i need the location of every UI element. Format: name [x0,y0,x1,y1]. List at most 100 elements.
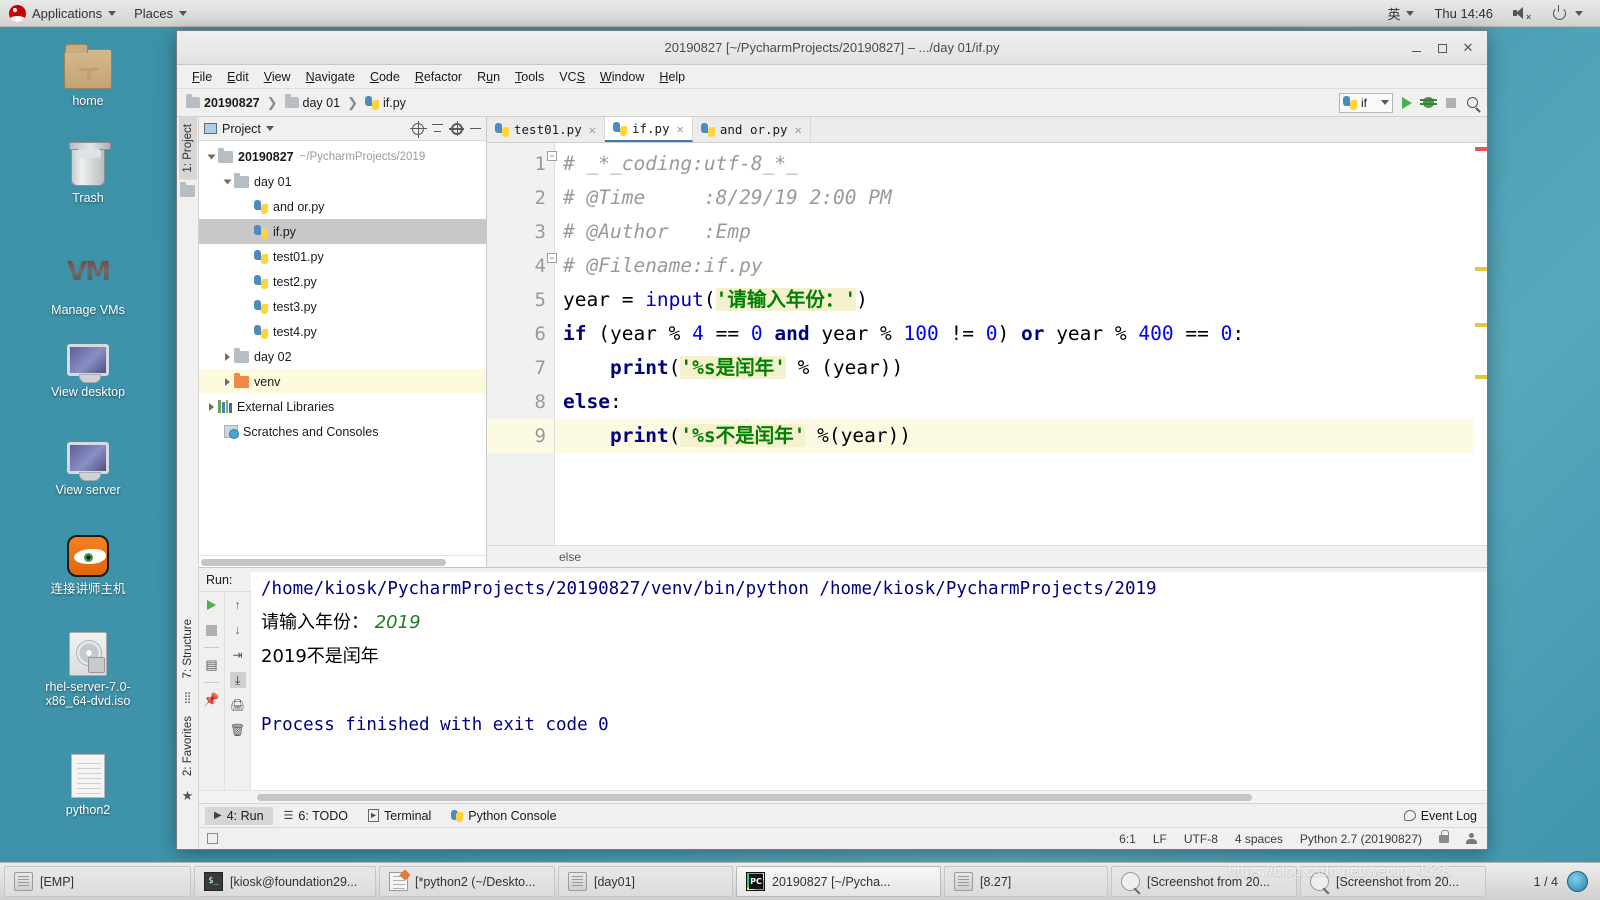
code-viewport[interactable]: 1 2 3 4 5 6 7 8 9 # _*_coding:utf-8_*_ # @Time :8… [487,143,1487,545]
breadcrumb-project[interactable]: 20190827 [183,94,263,111]
menu-file[interactable]: File [185,68,219,86]
desktop-icon-home[interactable]: home [28,44,148,108]
tool-tab-project[interactable]: 1: Project [178,117,197,180]
tree-row-day02[interactable]: day 02 [199,344,486,369]
tree-row-if-py[interactable]: if.py [199,219,486,244]
taskbar-item-terminal[interactable]: $_ [kiosk@foundation29... [194,866,376,897]
taskbar-item-gedit[interactable]: [*python2 (~/Deskto... [379,866,555,897]
event-log-button[interactable]: Event Log [1403,809,1487,823]
desktop-icon-manage-vms[interactable]: VM Manage VMs [28,250,148,317]
chevron-expanded-icon[interactable] [221,178,234,186]
bottom-tab-terminal[interactable]: ▸ Terminal [359,807,440,825]
breadcrumb-folder[interactable]: day 01 [282,94,344,111]
taskbar-item-pycharm[interactable]: 20190827 [~/Pycha... [736,866,941,897]
debug-button[interactable] [1420,94,1437,111]
console-horizontal-scrollbar[interactable] [199,790,1487,803]
print-icon[interactable]: 🖨 [230,697,246,713]
menu-view[interactable]: View [257,68,298,86]
menu-code[interactable]: Code [363,68,407,86]
desktop-icon-trash[interactable]: Trash [28,140,148,205]
code-line[interactable]: # _*_coding:utf-8_*_ [563,147,1487,181]
collapse-all-icon[interactable] [431,123,444,134]
lock-icon[interactable] [1439,829,1449,843]
project-horizontal-scrollbar[interactable] [199,555,486,567]
tree-row-scratches[interactable]: Scratches and Consoles [199,419,486,444]
editor-tab-if[interactable]: if.py ✕ [604,117,693,142]
tool-tab-structure[interactable]: 7: Structure [179,612,197,685]
indent-setting[interactable]: 4 spaces [1235,832,1283,846]
down-arrow-icon[interactable]: ↓ [230,622,246,638]
code-line[interactable]: print('%s是闰年' % (year)) [563,351,1487,385]
minimize-button[interactable] [1403,35,1429,61]
rerun-button[interactable] [204,597,220,613]
line-number-gutter[interactable]: 1 2 3 4 5 6 7 8 9 [487,143,555,545]
bottom-tab-run[interactable]: ▶ 4: Run [205,806,273,825]
workspace-switcher[interactable]: 1 / 4 [1534,871,1596,892]
menu-vcs[interactable]: VCS [552,68,592,86]
menu-refactor[interactable]: Refactor [408,68,469,86]
places-menu[interactable]: Places [125,0,196,26]
tree-row-day01[interactable]: day 01 [199,169,486,194]
gear-icon[interactable] [449,120,464,136]
input-method-indicator[interactable]: 英 [1378,0,1423,26]
desktop-icon-view-desktop[interactable]: View desktop [28,340,148,399]
chevron-collapsed-icon[interactable] [221,352,234,361]
window-title-bar[interactable]: 20190827 [~/PycharmProjects/20190827] – … [177,31,1487,65]
tree-row-test4-py[interactable]: test4.py [199,319,486,344]
chevron-collapsed-icon[interactable] [205,402,218,411]
taskbar-item-827[interactable]: [8.27] [944,866,1108,897]
code-fold-marker[interactable]: − [547,253,557,263]
menu-help[interactable]: Help [652,68,692,86]
desktop-icon-teacher-host[interactable]: 连接讲师主机 [28,532,148,596]
chevron-down-icon[interactable] [265,126,274,131]
clock[interactable]: Thu 14:46 [1425,0,1502,26]
pin-icon[interactable]: 📌 [203,692,219,708]
python-interpreter[interactable]: Python 2.7 (20190827) [1300,832,1422,846]
search-everywhere-button[interactable] [1464,94,1481,111]
close-icon[interactable]: ✕ [795,123,802,137]
desktop-icon-python2[interactable]: python2 [28,752,148,817]
editor-breadcrumb[interactable]: else [487,545,1487,567]
tree-row-and-or-py[interactable]: and or.py [199,194,486,219]
code-fold-marker[interactable]: − [547,151,557,161]
run-button[interactable] [1398,94,1415,111]
menu-window[interactable]: Window [593,68,651,86]
close-button[interactable]: ✕ [1455,35,1481,61]
maximize-button[interactable] [1429,35,1455,61]
soft-wrap-icon[interactable]: ⇥ [230,647,246,663]
stop-button[interactable] [1442,94,1459,111]
stop-button[interactable] [204,622,220,638]
tree-row-external-libraries[interactable]: External Libraries [199,394,486,419]
applications-menu[interactable]: Applications [0,0,125,26]
desktop-icon-view-server[interactable]: View server [28,438,148,497]
tree-row-project-root[interactable]: 20190827 ~/PycharmProjects/2019 [199,144,486,169]
scroll-to-end-icon[interactable]: ⤓ [229,672,246,688]
caret-position[interactable]: 6:1 [1119,832,1136,846]
tree-row-test01-py[interactable]: test01.py [199,244,486,269]
menu-navigate[interactable]: Navigate [299,68,362,86]
close-icon[interactable]: ✕ [677,122,684,136]
code-line[interactable]: else: [563,385,1487,419]
editor-tab-and-or[interactable]: and or.py ✕ [693,117,811,142]
taskbar-item-screenshot-1[interactable]: [Screenshot from 20... [1111,866,1297,897]
clear-all-icon[interactable]: 🗑 [230,722,246,738]
taskbar-item-emp[interactable]: [EMP] [4,866,191,897]
editor-tab-test01[interactable]: test01.py ✕ [487,117,605,142]
volume-muted-button[interactable]: × [1504,0,1539,26]
chevron-expanded-icon[interactable] [205,153,218,161]
desktop-icon-rhel-iso[interactable]: rhel-server-7.0-x86_64-dvd.iso [28,630,148,708]
tree-row-test2-py[interactable]: test2.py [199,269,486,294]
system-menu-button[interactable] [1541,0,1592,26]
chevron-collapsed-icon[interactable] [221,377,234,386]
menu-edit[interactable]: Edit [220,68,256,86]
tool-tab-favorites[interactable]: 2: Favorites [179,709,197,783]
file-encoding[interactable]: UTF-8 [1184,832,1218,846]
tree-row-test3-py[interactable]: test3.py [199,294,486,319]
avatar-icon[interactable] [1466,833,1477,844]
bottom-tab-todo[interactable]: ☰ 6: TODO [275,807,357,825]
code-line[interactable]: year = input('请输入年份：') [563,283,1487,317]
run-console-output[interactable]: /home/kiosk/PycharmProjects/20190827/ven… [251,572,1487,790]
hide-panel-icon[interactable] [470,127,481,130]
up-arrow-icon[interactable]: ↑ [230,597,246,613]
close-icon[interactable]: ✕ [589,123,596,137]
